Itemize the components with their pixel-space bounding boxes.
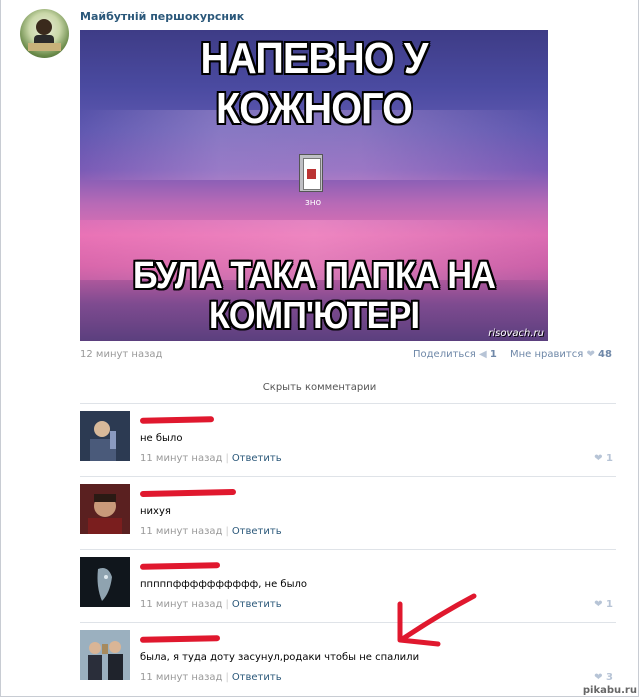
- comment-divider: [80, 549, 616, 550]
- heart-icon: ❤: [594, 453, 603, 464]
- comment-text: была, я туда доту засунул,родаки чтобы н…: [140, 652, 420, 663]
- share-label: Поделиться: [413, 349, 476, 360]
- comment-avatar[interactable]: [80, 557, 130, 607]
- like-button[interactable]: Мне нравится ❤ 48: [510, 349, 612, 360]
- reply-button[interactable]: Ответить: [232, 453, 282, 464]
- heart-icon: ❤: [586, 349, 595, 360]
- comment-like-count: 3: [606, 672, 613, 683]
- comment-meta: 11 минут назад | Ответить: [140, 672, 282, 683]
- red-arrow-icon: [397, 593, 477, 647]
- meme-top-text: НАПЕВНО У КОЖНОГО: [200, 34, 428, 133]
- reply-button[interactable]: Ответить: [232, 672, 282, 683]
- comment-time[interactable]: 11 минут назад: [140, 526, 222, 537]
- comment-like-count: 1: [606, 599, 613, 610]
- site-watermark: pikabu.ru: [582, 685, 637, 696]
- meme-watermark: risovach.ru: [488, 328, 544, 339]
- hide-comments-link[interactable]: Скрыть комментарии: [0, 382, 639, 393]
- meme-bottom-line-1: БУЛА ТАКА ПАПКА НА: [132, 255, 496, 297]
- comment-divider: [80, 476, 616, 477]
- reply-button[interactable]: Ответить: [232, 599, 282, 610]
- comment-like-count: 1: [606, 453, 613, 464]
- comment-text: нихуя: [140, 506, 171, 517]
- post-time[interactable]: 12 минут назад: [80, 349, 162, 360]
- comment-avatar[interactable]: [80, 411, 130, 461]
- comment-meta: 11 минут назад | Ответить: [140, 599, 282, 610]
- share-button[interactable]: Поделиться ◀ 1: [413, 349, 497, 360]
- author-name[interactable]: Майбутній першокурсник: [80, 10, 244, 23]
- meme-bottom-line-2: КОМП'ЮТЕРІ: [208, 295, 420, 337]
- comment-avatar[interactable]: [80, 484, 130, 534]
- meme-image[interactable]: НАПЕВНО У КОЖНОГО зно БУЛА ТАКА ПАПКА НА…: [80, 30, 548, 341]
- comment-time[interactable]: 11 минут назад: [140, 599, 222, 610]
- comment-meta: 11 минут назад | Ответить: [140, 526, 282, 537]
- comment-text: не было: [140, 433, 183, 444]
- comment-time[interactable]: 11 минут назад: [140, 672, 222, 683]
- folder-icon: [297, 154, 325, 194]
- meme-bottom-text: БУЛА ТАКА ПАПКА НА КОМП'ЮТЕРІ: [103, 256, 524, 336]
- like-label: Мне нравится: [510, 349, 584, 360]
- comment-text: пппппфффффффффф, не было: [140, 579, 307, 590]
- comment-divider: [80, 403, 616, 404]
- heart-icon: ❤: [594, 599, 603, 610]
- comment-avatar[interactable]: [80, 630, 130, 680]
- reply-button[interactable]: Ответить: [232, 526, 282, 537]
- comment-meta: 11 минут назад | Ответить: [140, 453, 282, 464]
- folder-label: зно: [305, 198, 322, 208]
- comment-time[interactable]: 11 минут назад: [140, 453, 222, 464]
- author-avatar[interactable]: [20, 9, 69, 58]
- megaphone-icon: ◀: [479, 349, 487, 360]
- like-count: 48: [598, 349, 612, 360]
- comment-like-button[interactable]: ❤ 1: [594, 453, 613, 464]
- comment-divider: [80, 622, 616, 623]
- share-count: 1: [489, 349, 497, 360]
- comment-like-button[interactable]: ❤ 3: [594, 672, 613, 683]
- heart-icon: ❤: [594, 672, 603, 683]
- comment-like-button[interactable]: ❤ 1: [594, 599, 613, 610]
